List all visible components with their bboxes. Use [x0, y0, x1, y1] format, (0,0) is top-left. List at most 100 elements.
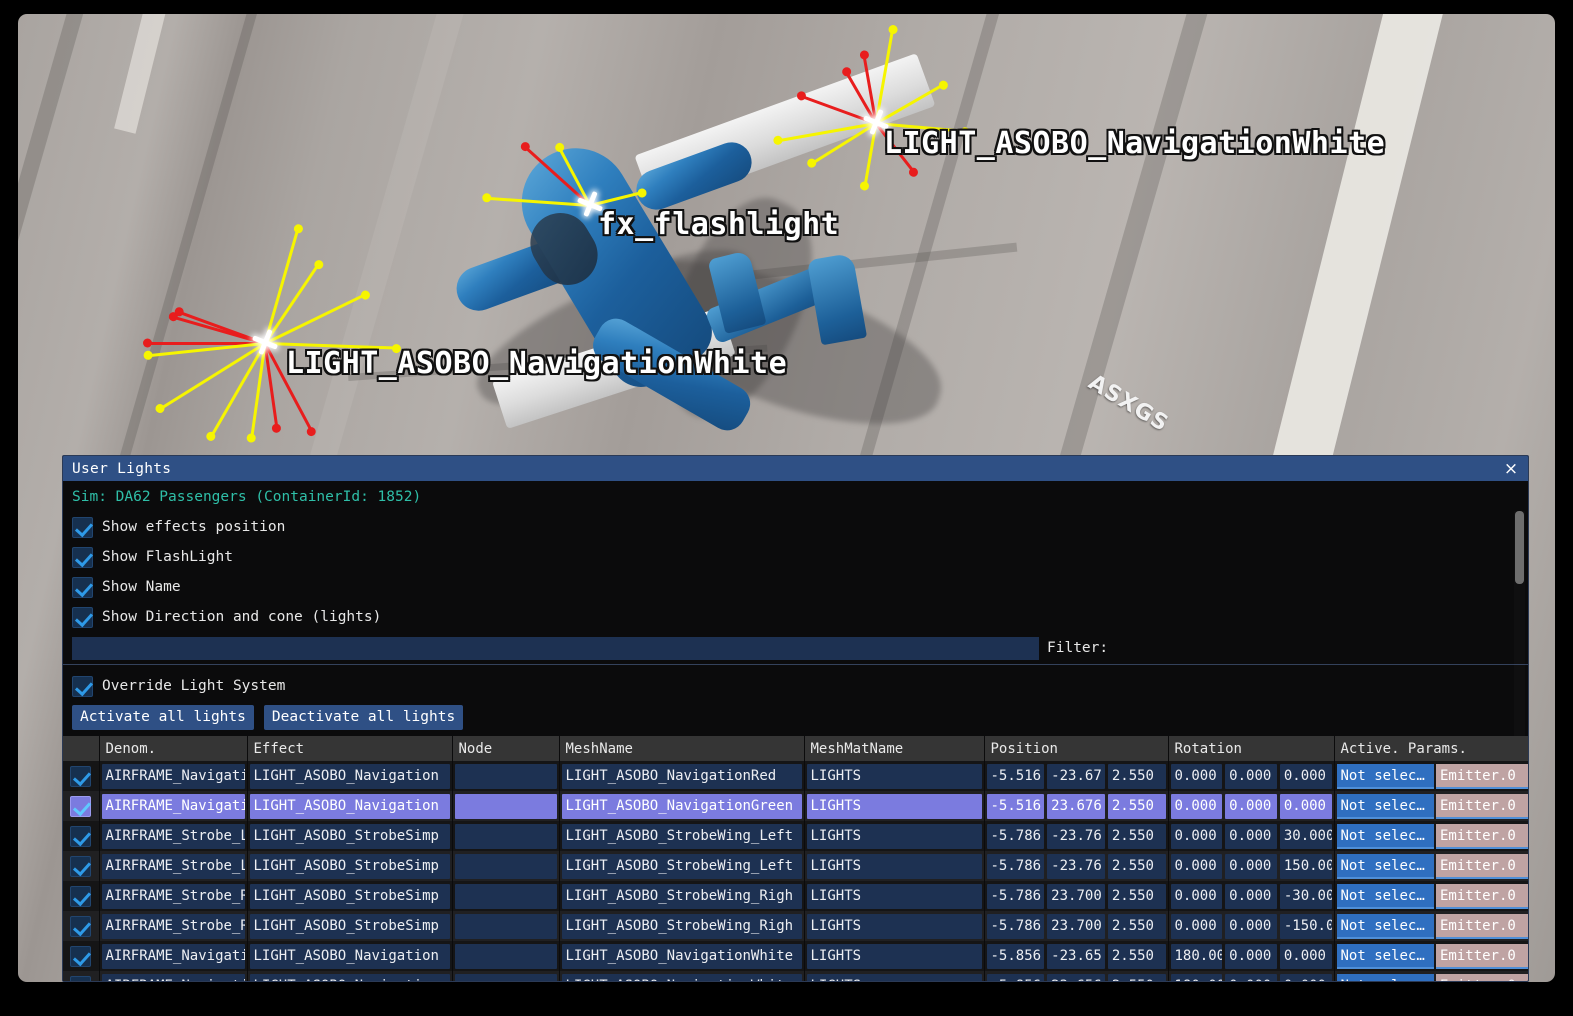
cell-meshname[interactable]: LIGHT_ASOBO_NavigationGreen [559, 791, 805, 821]
deactivate-all-lights-button[interactable]: Deactivate all lights [263, 705, 464, 730]
cell-position-z[interactable]: 2.550 [1107, 973, 1166, 981]
cell-rotation-x[interactable]: 0.000 [1170, 763, 1223, 789]
cell-position[interactable]: -5.786 -23.76 2.550 [984, 851, 1169, 881]
cell-node-value[interactable] [454, 943, 557, 969]
cell-effect[interactable]: LIGHT_ASOBO_Navigation [247, 761, 453, 791]
active-selector-button[interactable]: Not selec… [1336, 793, 1434, 819]
cell-position[interactable]: -5.786 23.700 2.550 [984, 911, 1169, 941]
cell-position[interactable]: -5.85623.6562.550 [984, 971, 1169, 981]
column-header-denom[interactable]: Denom. [99, 736, 248, 761]
cell-denom-value[interactable]: AIRFRAME_Navigati [101, 973, 245, 981]
cell-position-y[interactable]: -23.76 [1047, 823, 1105, 849]
cell-node-value[interactable] [454, 973, 557, 981]
cell-position-z[interactable]: 2.550 [1107, 823, 1166, 849]
table-row[interactable]: AIRFRAME_Strobe_L LIGHT_ASOBO_StrobeSimp L… [63, 851, 1528, 881]
row-enable-checkbox-cell[interactable] [63, 941, 100, 971]
cell-denom-value[interactable]: AIRFRAME_Strobe_L [101, 823, 245, 849]
cell-effect[interactable]: LIGHT_ASOBO_StrobeSimp [247, 821, 453, 851]
cell-rotation-x[interactable]: 180.00 [1170, 943, 1223, 969]
cell-node-value[interactable] [454, 913, 557, 939]
cell-node-value[interactable] [454, 793, 557, 819]
table-row[interactable]: AIRFRAME_Strobe_R LIGHT_ASOBO_StrobeSimp L… [63, 881, 1528, 911]
activate-all-lights-button[interactable]: Activate all lights [72, 705, 254, 730]
cell-position-y[interactable]: -23.67 [1047, 763, 1105, 789]
cell-effect[interactable]: LIGHT_ASOBO_StrobeSimp [247, 911, 453, 941]
cell-node-value[interactable] [454, 763, 557, 789]
cell-meshmatname-value[interactable]: LIGHTS [806, 763, 982, 789]
cell-effect[interactable]: LIGHT_ASOBO_Navigation [247, 791, 453, 821]
checkmark-icon[interactable] [70, 795, 92, 817]
cell-meshmatname-value[interactable]: LIGHTS [806, 973, 982, 981]
cell-position-x[interactable]: -5.516 [986, 793, 1045, 819]
cell-active-params[interactable]: Not selec…Emitter.0 [1334, 941, 1528, 971]
cell-position-x[interactable]: -5.786 [986, 913, 1045, 939]
cell-meshname[interactable]: LIGHT_ASOBO_StrobeWing_Left [559, 851, 805, 881]
cell-meshmatname-value[interactable]: LIGHTS [806, 883, 982, 909]
filter-input[interactable] [72, 636, 1039, 660]
cell-node[interactable] [452, 971, 560, 981]
cell-rotation-z[interactable]: -150.0 [1279, 913, 1332, 939]
active-selector-button[interactable]: Not selec… [1336, 973, 1434, 981]
params-button[interactable]: Emitter.0 [1435, 883, 1528, 909]
cell-meshname[interactable]: LIGHT_ASOBO_StrobeWing_Left [559, 821, 805, 851]
cell-position-z[interactable]: 2.550 [1107, 793, 1166, 819]
cell-position-z[interactable]: 2.550 [1107, 853, 1166, 879]
cell-position-y[interactable]: 23.700 [1047, 883, 1105, 909]
cell-meshname-value[interactable]: LIGHT_ASOBO_NavigationGreen [561, 793, 802, 819]
active-selector-button[interactable]: Not selec… [1336, 823, 1434, 849]
cell-position[interactable]: -5.786 23.700 2.550 [984, 881, 1169, 911]
cell-node[interactable] [452, 851, 560, 881]
table-row[interactable]: AIRFRAME_Strobe_L LIGHT_ASOBO_StrobeSimp L… [63, 821, 1528, 851]
cell-denom[interactable]: AIRFRAME_Strobe_L [99, 821, 248, 851]
params-button[interactable]: Emitter.0 [1435, 943, 1528, 969]
params-button[interactable]: Emitter.0 [1435, 973, 1528, 981]
panel-titlebar[interactable]: User Lights × [63, 456, 1528, 481]
active-selector-button[interactable]: Not selec… [1336, 943, 1434, 969]
cell-meshmatname[interactable]: LIGHTS [804, 821, 985, 851]
cell-position-z[interactable]: 2.550 [1107, 913, 1166, 939]
cell-meshmatname-value[interactable]: LIGHTS [806, 853, 982, 879]
cell-position[interactable]: -5.786 -23.76 2.550 [984, 821, 1169, 851]
cell-position[interactable]: -5.516 -23.67 2.550 [984, 761, 1169, 791]
cell-position-x[interactable]: -5.786 [986, 823, 1045, 849]
cell-effect-value[interactable]: LIGHT_ASOBO_StrobeSimp [249, 913, 450, 939]
cell-position-z[interactable]: 2.550 [1107, 763, 1166, 789]
cell-position-x[interactable]: -5.786 [986, 883, 1045, 909]
cell-rotation[interactable]: 180.000.0000.000 [1168, 941, 1335, 971]
cell-node-value[interactable] [454, 823, 557, 849]
cell-rotation-y[interactable]: 0.000 [1225, 793, 1277, 819]
cell-rotation-z[interactable]: 150.00 [1279, 853, 1332, 879]
active-selector-button[interactable]: Not selec… [1336, 853, 1434, 879]
cell-active-params[interactable]: Not selec…Emitter.0 [1334, 821, 1528, 851]
cell-meshname-value[interactable]: LIGHT_ASOBO_StrobeWing_Righ [561, 913, 802, 939]
row-enable-checkbox-cell[interactable] [63, 881, 100, 911]
cell-denom[interactable]: AIRFRAME_Strobe_L [99, 851, 248, 881]
checkbox-show-direction-and-cone[interactable]: Show Direction and cone (lights) [72, 602, 1528, 632]
checkmark-icon[interactable] [70, 945, 92, 967]
checkbox-show-flashlight[interactable]: Show FlashLight [72, 542, 1528, 572]
params-button[interactable]: Emitter.0 [1435, 763, 1528, 789]
table-row[interactable]: AIRFRAME_NavigatiLIGHT_ASOBO_Navigation L… [63, 761, 1528, 791]
cell-node[interactable] [452, 881, 560, 911]
table-row[interactable]: AIRFRAME_Strobe_R LIGHT_ASOBO_StrobeSimp L… [63, 911, 1528, 941]
cell-rotation[interactable]: 0.000 0.000 150.00 [1168, 851, 1335, 881]
cell-rotation[interactable]: 180.000.0000.000 [1168, 971, 1335, 981]
lights-table-container[interactable]: Denom. Effect Node MeshName MeshMatName Posit… [63, 736, 1528, 981]
cell-denom-value[interactable]: AIRFRAME_Strobe_R [101, 913, 245, 939]
cell-active-params[interactable]: Not selec…Emitter.0 [1334, 851, 1528, 881]
active-selector-button[interactable]: Not selec… [1336, 913, 1434, 939]
cell-rotation-z[interactable]: 0.000 [1279, 793, 1332, 819]
params-button[interactable]: Emitter.0 [1435, 853, 1528, 879]
cell-position[interactable]: -5.516 23.676 2.550 [984, 791, 1169, 821]
cell-rotation-z[interactable]: 0.000 [1279, 943, 1332, 969]
cell-rotation-x[interactable]: 0.000 [1170, 913, 1223, 939]
cell-denom[interactable]: AIRFRAME_Navigati [99, 971, 248, 981]
cell-rotation-z[interactable]: 0.000 [1279, 973, 1332, 981]
cell-position-y[interactable]: -23.65 [1047, 943, 1105, 969]
cell-effect-value[interactable]: LIGHT_ASOBO_StrobeSimp [249, 853, 450, 879]
cell-denom-value[interactable]: AIRFRAME_Strobe_R [101, 883, 245, 909]
cell-rotation-x[interactable]: 0.000 [1170, 793, 1223, 819]
cell-meshmatname[interactable]: LIGHTS [804, 851, 985, 881]
cell-meshmatname-value[interactable]: LIGHTS [806, 913, 982, 939]
checkmark-icon[interactable] [70, 825, 92, 847]
